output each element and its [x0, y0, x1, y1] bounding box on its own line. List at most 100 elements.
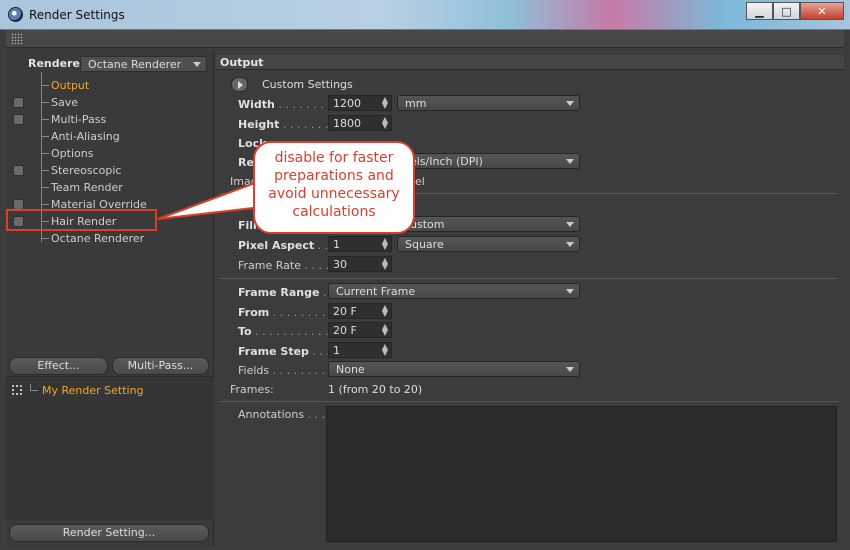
tree-item-label: Save	[51, 96, 79, 109]
minimize-button[interactable]: ▁	[746, 2, 773, 20]
tree-connector	[41, 89, 42, 106]
tree-item[interactable]: Anti-Aliasing	[6, 123, 214, 145]
enable-checkbox[interactable]	[13, 97, 24, 108]
fields-select[interactable]: None	[328, 361, 580, 377]
tree-branch-line	[30, 384, 38, 391]
tree-branch	[41, 85, 49, 86]
renderer-select[interactable]: Octane Renderer	[80, 56, 207, 72]
to-input[interactable]: 20 F ▲ ▼	[328, 322, 392, 338]
height-label: Height . . . . . . . .	[238, 118, 336, 131]
tree-item[interactable]: Stereoscopic	[6, 157, 214, 179]
width-unit-select[interactable]: mm	[397, 95, 580, 111]
chevron-down-icon	[566, 222, 574, 227]
tree-branch	[41, 119, 49, 120]
render-setting-button[interactable]: Render Setting...	[9, 524, 209, 542]
maximize-button[interactable]: □	[773, 2, 800, 20]
output-panel: Output Custom Settings Width . . . . . .…	[216, 50, 844, 546]
width-input[interactable]: 1200 ▲ ▼	[328, 95, 392, 111]
resolution-unit-select[interactable]: els/Inch (DPI)	[397, 153, 580, 169]
tree-item[interactable]: Octane Renderer	[6, 225, 214, 247]
chevron-down-icon	[566, 101, 574, 106]
enable-checkbox[interactable]	[13, 114, 24, 125]
tree-connector	[41, 191, 42, 208]
annotations-label: Annotations . . .	[238, 408, 326, 421]
renderer-label: Renderer	[28, 57, 86, 70]
frame-step-label: Frame Step . . . .	[238, 345, 337, 358]
annotations-textarea[interactable]	[326, 406, 837, 542]
window-controls: ▁ □ ✕	[746, 2, 844, 20]
expand-arrow-icon[interactable]	[231, 77, 248, 92]
frame-range-label: Frame Range . .	[238, 286, 334, 299]
divider	[220, 278, 838, 279]
from-input[interactable]: 20 F ▲ ▼	[328, 303, 392, 319]
to-label: To . . . . . . . . . . . .	[238, 325, 336, 338]
tree-branch	[41, 136, 49, 137]
cinema4d-app-icon	[8, 7, 23, 22]
spinner-icon[interactable]: ▲ ▼	[382, 116, 388, 130]
multipass-button[interactable]: Multi-Pass...	[112, 357, 209, 375]
tree-connector	[41, 140, 42, 157]
tree-item[interactable]: Team Render	[6, 174, 214, 196]
tree-item-label: Anti-Aliasing	[51, 130, 120, 143]
resolution-label: Re	[238, 156, 254, 169]
render-setting-item[interactable]: My Render Setting	[42, 384, 144, 397]
hair-render-highlight	[6, 209, 157, 231]
pixel-aspect-input[interactable]: 1 ▲ ▼	[328, 236, 392, 252]
frame-rate-label: Frame Rate . . . . .	[238, 259, 336, 272]
tree-connector	[41, 123, 42, 140]
tree-branch	[41, 170, 49, 171]
toolbar	[6, 30, 844, 48]
callout-note: disable for faster preparations and avoi…	[253, 141, 415, 234]
tree-branch	[41, 238, 49, 239]
spinner-icon[interactable]: ▲ ▼	[382, 96, 388, 110]
frame-range-select[interactable]: Current Frame	[328, 283, 580, 299]
spinner-icon[interactable]: ▲ ▼	[382, 257, 388, 271]
image-size-unit: el	[415, 175, 425, 188]
tree-item[interactable]: Multi-Pass	[6, 106, 214, 128]
spinner-icon[interactable]: ▲ ▼	[382, 323, 388, 337]
tree-item-label: Octane Renderer	[51, 232, 145, 245]
effect-button[interactable]: Effect...	[9, 357, 108, 375]
tree-item-label: Stereoscopic	[51, 164, 122, 177]
title-bar: Render Settings ▁ □ ✕	[0, 0, 850, 30]
spinner-icon[interactable]: ▲ ▼	[382, 237, 388, 251]
tree-branch	[41, 187, 49, 188]
grip-icon[interactable]	[11, 33, 23, 45]
tree-connector	[41, 157, 42, 174]
tree-item[interactable]: Options	[6, 140, 214, 162]
renderer-row: Renderer Octane Renderer	[6, 54, 214, 72]
tree-connector	[41, 174, 42, 191]
chevron-down-icon	[193, 62, 201, 67]
divider	[220, 401, 838, 402]
close-button[interactable]: ✕	[800, 2, 844, 20]
tree-item-label: Output	[51, 79, 90, 92]
window-title: Render Settings	[29, 8, 125, 22]
pixel-aspect-select[interactable]: Square	[397, 236, 580, 252]
tree-item[interactable]: Save	[6, 89, 214, 111]
film-format-select[interactable]: ustom	[397, 216, 580, 232]
panel-title: Output	[220, 56, 264, 69]
frame-rate-input[interactable]: 30 ▲ ▼	[328, 256, 392, 272]
pixel-aspect-label: Pixel Aspect . . .	[238, 239, 336, 252]
tree-item-label: Multi-Pass	[51, 113, 107, 126]
tree-branch	[41, 102, 49, 103]
tree-branch	[41, 153, 49, 154]
tree-item[interactable]: Output	[6, 72, 214, 94]
chevron-down-icon	[566, 242, 574, 247]
renderer-select-value: Octane Renderer	[88, 58, 182, 71]
chevron-down-icon	[566, 367, 574, 372]
tree-item-label: Options	[51, 147, 94, 160]
tree-connector	[41, 106, 42, 123]
enable-checkbox[interactable]	[13, 165, 24, 176]
chevron-down-icon	[566, 289, 574, 294]
spinner-icon[interactable]: ▲ ▼	[382, 343, 388, 357]
tree-branch	[41, 204, 49, 205]
custom-settings-label: Custom Settings	[262, 78, 353, 91]
height-input[interactable]: 1800 ▲ ▼	[328, 115, 392, 131]
chevron-down-icon	[566, 159, 574, 164]
render-setting-icon	[12, 385, 22, 395]
tree-connector	[41, 72, 42, 89]
spinner-icon[interactable]: ▲ ▼	[382, 304, 388, 318]
frame-step-input[interactable]: 1 ▲ ▼	[328, 342, 392, 358]
frames-label: Frames:	[230, 383, 274, 396]
